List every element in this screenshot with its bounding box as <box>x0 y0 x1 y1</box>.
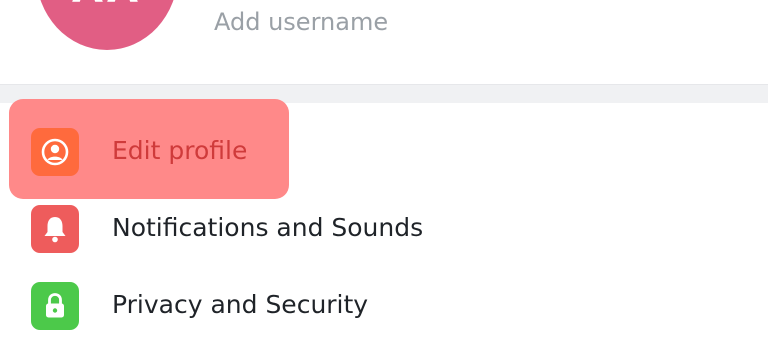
settings-page: AA Add username Edit profile Notificatio… <box>0 0 768 338</box>
lock-icon <box>31 282 79 330</box>
menu-item-label: Edit profile <box>112 136 248 165</box>
person-icon <box>31 128 79 176</box>
bell-icon <box>31 205 79 253</box>
menu-item-privacy[interactable]: Privacy and Security <box>0 270 768 338</box>
menu-item-edit-profile[interactable]: Edit profile <box>0 116 768 188</box>
menu-item-label: Notifications and Sounds <box>112 213 424 242</box>
menu-item-notifications[interactable]: Notifications and Sounds <box>0 193 768 265</box>
avatar-initials: AA <box>36 0 178 12</box>
profile-header: AA Add username <box>0 0 768 84</box>
menu-item-label: Privacy and Security <box>112 290 369 319</box>
avatar[interactable]: AA <box>36 0 178 50</box>
add-username-link[interactable]: Add username <box>214 8 388 36</box>
